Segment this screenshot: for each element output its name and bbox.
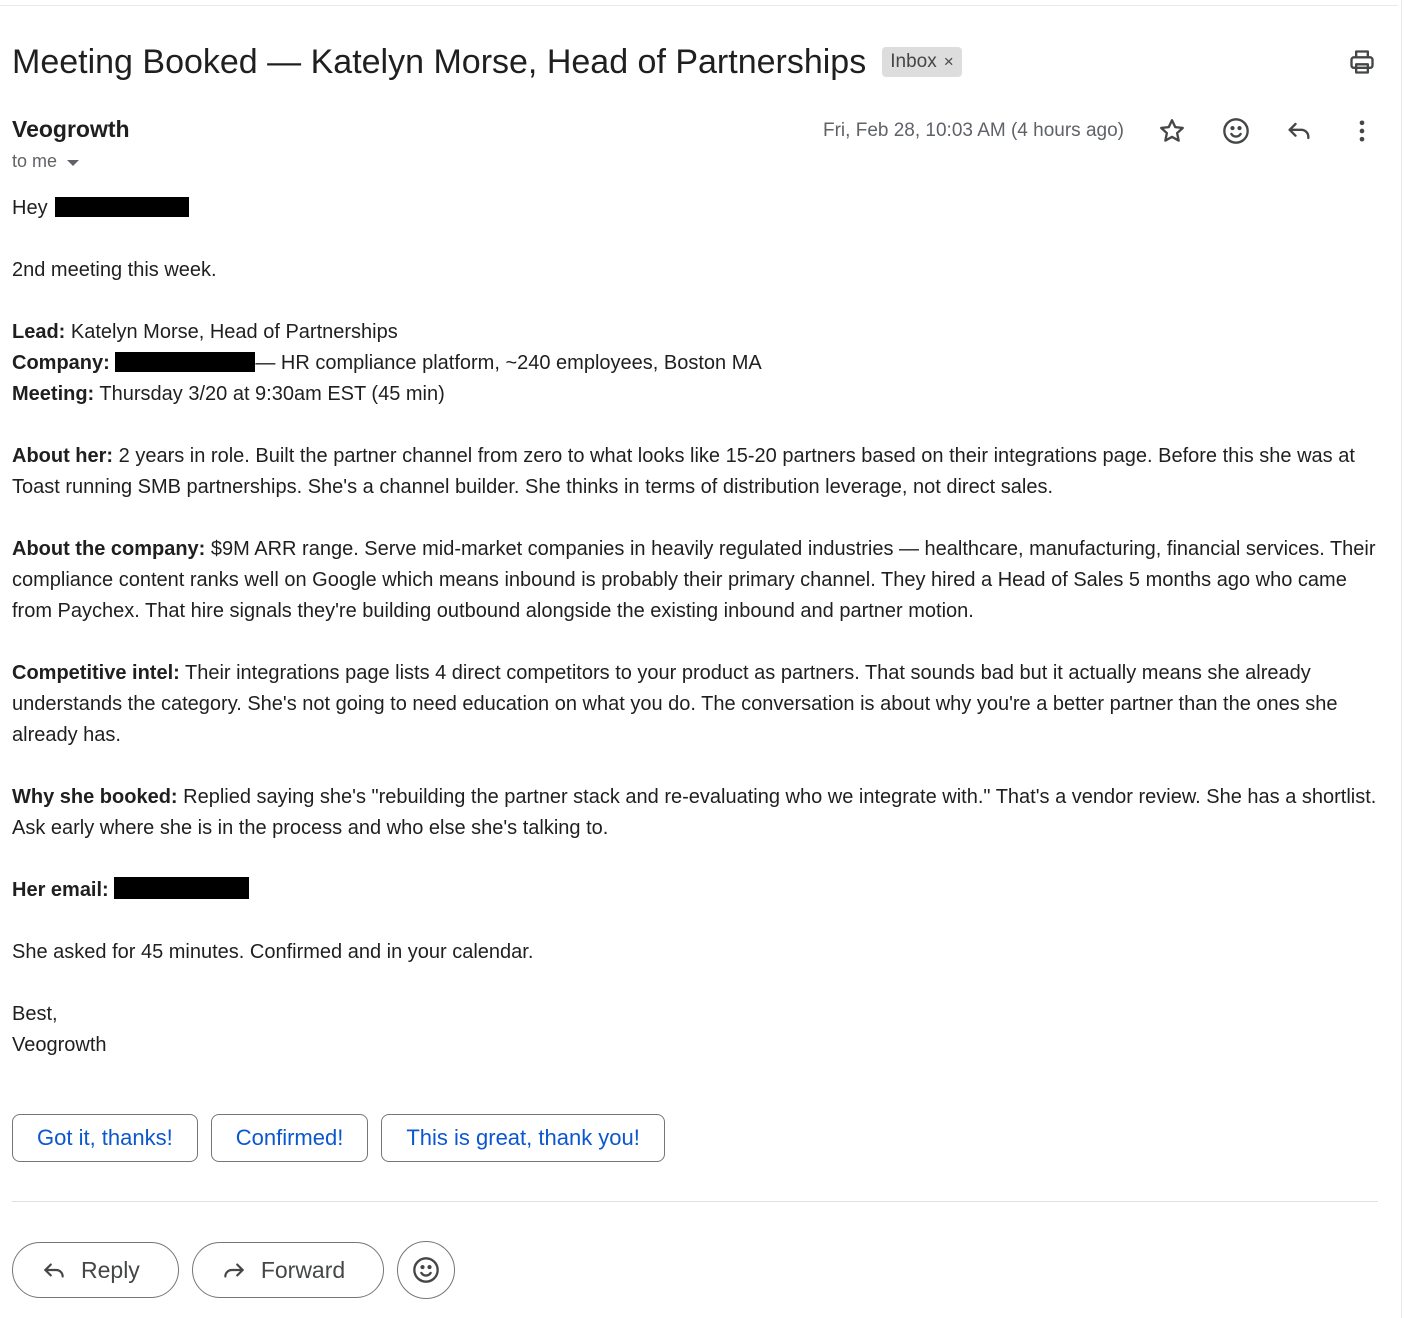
email-body: Hey 2nd meeting this week. Lead: Katelyn… xyxy=(12,193,1387,1061)
star-button[interactable] xyxy=(1152,111,1192,151)
print-icon xyxy=(1350,50,1374,74)
inbox-label-chip[interactable]: Inbox × xyxy=(882,47,962,77)
chevron-down-icon xyxy=(67,159,80,166)
add-reaction-button[interactable] xyxy=(1216,111,1256,151)
reply-label: Reply xyxy=(81,1256,140,1283)
about-her-label: About her: xyxy=(12,445,114,467)
why-she-booked-text: Replied saying she's "rebuilding the par… xyxy=(12,786,1377,839)
redacted-email xyxy=(114,877,250,899)
about-company-label: About the company: xyxy=(12,538,206,560)
actions-divider xyxy=(12,1201,1378,1202)
reply-icon-button[interactable] xyxy=(1279,111,1319,151)
smart-reply-great[interactable]: This is great, thank you! xyxy=(381,1114,665,1162)
her-email-label: Her email: xyxy=(12,879,109,901)
reply-button[interactable]: Reply xyxy=(12,1242,179,1298)
forward-label: Forward xyxy=(260,1256,346,1283)
her-email-line: Her email: xyxy=(12,875,1387,906)
greeting-text: Hey xyxy=(12,197,48,219)
print-button[interactable] xyxy=(1342,42,1382,82)
star-icon xyxy=(1160,119,1184,142)
email-subject: Meeting Booked — Katelyn Morse, Head of … xyxy=(12,42,867,81)
why-she-booked-paragraph: Why she booked: Replied saying she's "re… xyxy=(12,782,1387,844)
competitive-intel-text: Their integrations page lists 4 direct c… xyxy=(12,662,1338,746)
remove-label-icon[interactable]: × xyxy=(944,52,954,72)
signature-name: Veogrowth xyxy=(12,1034,107,1056)
more-options-button[interactable] xyxy=(1342,111,1382,151)
right-edge-divider xyxy=(1401,0,1402,1318)
email-date: Fri, Feb 28, 10:03 AM (4 hours ago) xyxy=(823,120,1124,141)
emoji-icon xyxy=(1223,118,1249,144)
redacted-company xyxy=(115,352,256,372)
reply-icon xyxy=(1288,122,1310,140)
about-her-paragraph: About her: 2 years in role. Built the pa… xyxy=(12,441,1387,503)
smart-replies: Got it, thanks! Confirmed! This is great… xyxy=(12,1114,665,1162)
top-divider xyxy=(0,5,1398,6)
emoji-icon xyxy=(413,1257,440,1283)
subject-row: Meeting Booked — Katelyn Morse, Head of … xyxy=(12,38,962,86)
more-vert-icon xyxy=(1359,120,1365,142)
smart-reply-confirmed[interactable]: Confirmed! xyxy=(210,1114,369,1162)
company-label: Company: xyxy=(12,352,110,374)
why-she-booked-label: Why she booked: xyxy=(12,786,178,808)
competitive-intel-paragraph: Competitive intel: Their integrations pa… xyxy=(12,658,1387,751)
forward-button[interactable]: Forward xyxy=(191,1242,385,1298)
forward-icon xyxy=(224,1263,244,1278)
recipient-details-toggle[interactable]: to me xyxy=(12,151,80,172)
about-company-text: $9M ARR range. Serve mid-market companie… xyxy=(12,538,1376,622)
redacted-name xyxy=(55,197,190,217)
company-value: — HR compliance platform, ~240 employees… xyxy=(255,352,762,374)
lead-value: Katelyn Morse, Head of Partnerships xyxy=(65,321,398,343)
about-company-paragraph: About the company: $9M ARR range. Serve … xyxy=(12,534,1387,627)
reply-icon xyxy=(44,1263,64,1278)
add-emoji-reaction-button[interactable] xyxy=(397,1241,456,1299)
closing-note: She asked for 45 minutes. Confirmed and … xyxy=(12,941,534,963)
meeting-value: Thursday 3/20 at 9:30am EST (45 min) xyxy=(94,383,445,405)
meeting-label: Meeting: xyxy=(12,383,95,405)
greeting-line: Hey xyxy=(12,193,1387,224)
recipient-text: to me xyxy=(12,151,58,171)
about-her-text: 2 years in role. Built the partner chann… xyxy=(12,445,1355,498)
label-text: Inbox xyxy=(890,51,937,72)
lead-details: Lead: Katelyn Morse, Head of Partnership… xyxy=(12,317,1387,410)
intro-paragraph: 2nd meeting this week. xyxy=(12,259,217,281)
smart-reply-got-it[interactable]: Got it, thanks! xyxy=(12,1114,198,1162)
message-actions: Reply Forward xyxy=(12,1241,456,1299)
lead-label: Lead: xyxy=(12,321,66,343)
sender-name: Veogrowth xyxy=(12,116,130,142)
competitive-intel-label: Competitive intel: xyxy=(12,662,180,684)
signoff: Best, xyxy=(12,1003,58,1025)
signature-block: Best, Veogrowth xyxy=(12,999,1387,1061)
